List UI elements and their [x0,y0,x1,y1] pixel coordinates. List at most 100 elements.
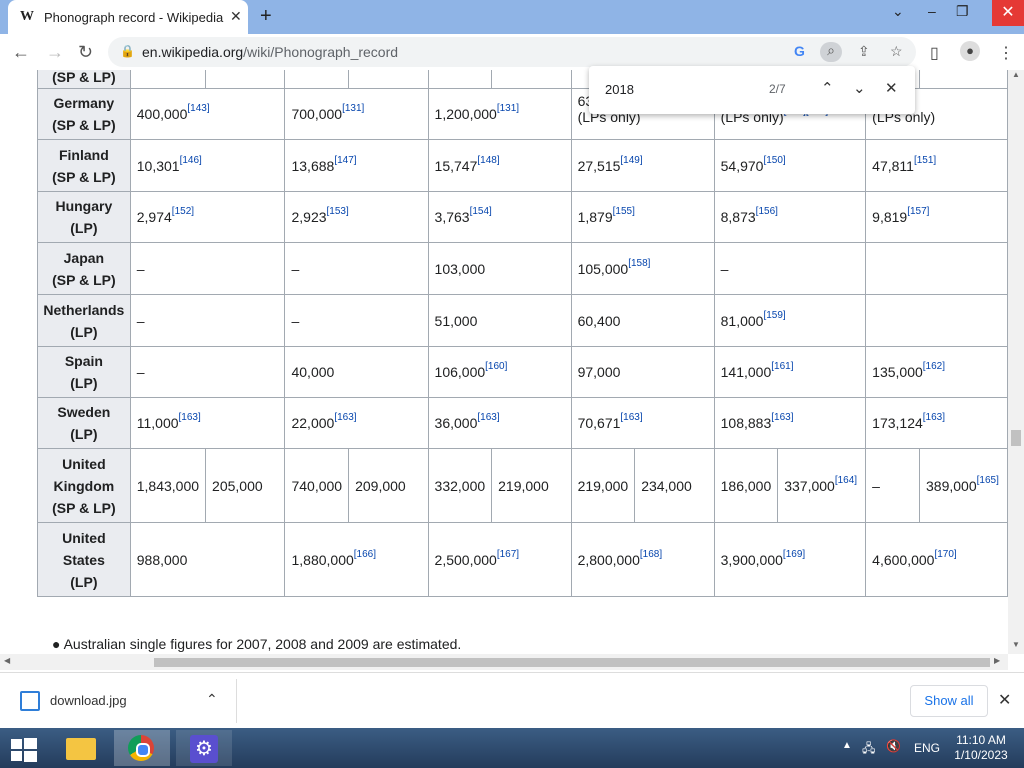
horizontal-scroll-thumb[interactable] [154,658,990,667]
cell-value: 209,000 [355,477,406,494]
reference-link[interactable]: [150] [763,155,785,166]
country-label: (LP) [70,220,98,236]
table-cell: 10,301[146] [129,139,286,192]
scroll-up-icon[interactable]: ▲ [1012,70,1020,79]
reference-link[interactable]: [149] [620,155,642,166]
country-label: (SP & LP) [52,271,116,288]
reference-link[interactable]: [160] [485,361,507,372]
reference-link[interactable]: [168] [640,549,662,560]
country-label: (LP) [70,426,98,442]
reference-link[interactable]: [162] [923,361,945,372]
start-windows-icon[interactable] [0,730,48,766]
tab-search-icon[interactable]: ⌄ [892,3,904,20]
reference-link[interactable]: [148] [477,155,499,166]
table-cell: 36,000[163] [427,397,572,449]
reference-link[interactable]: [170] [934,549,956,560]
reference-link[interactable]: [161] [771,361,793,372]
new-tab-icon[interactable]: + [260,5,272,28]
reload-icon[interactable]: ↻ [78,42,93,63]
reference-link[interactable]: [165] [977,475,999,486]
reference-link[interactable]: [152] [172,206,194,217]
clock[interactable]: 11:10 AM 1/10/2023 [950,733,1012,763]
reference-link[interactable]: [143] [187,103,209,114]
reference-link[interactable]: [153] [327,206,349,217]
reference-link[interactable]: [156] [756,206,778,217]
reference-link[interactable]: [163] [771,412,793,423]
reference-link[interactable]: [163] [477,412,499,423]
restore-icon[interactable]: ❐ [956,3,969,20]
country-label: Sweden [57,404,111,420]
reference-link[interactable]: [131] [342,103,364,114]
download-filename[interactable]: download.jpg [50,693,127,708]
file-explorer-icon[interactable] [54,730,110,766]
reference-link[interactable]: [169] [783,549,805,560]
reference-link[interactable]: [163] [923,412,945,423]
chevron-up-icon[interactable]: ⌃ [206,691,218,708]
tab-close-icon[interactable]: ✕ [230,8,242,25]
table-row: United Kingdom (SP & LP) 1,843,000 205,000 74… [37,448,1008,523]
find-in-page-icon[interactable]: ⌕ [820,42,842,62]
reference-link[interactable]: [155] [613,206,635,217]
reference-link[interactable]: [147] [334,155,356,166]
reference-link[interactable]: [164] [835,475,857,486]
scroll-right-icon[interactable]: ▶ [994,656,1000,665]
horizontal-scrollbar[interactable]: ◀ ▶ [0,654,1008,670]
window-close-icon[interactable]: ✕ [992,0,1024,26]
reference-link[interactable]: [157] [907,206,929,217]
settings-gear-icon[interactable]: ⚙ [176,730,232,766]
minimize-icon[interactable]: – [928,3,936,19]
table-cell: 135,000[162] [865,346,1008,398]
back-icon[interactable]: ← [12,42,30,63]
find-close-icon[interactable]: ✕ [885,79,898,97]
reference-link[interactable]: [163] [179,412,201,423]
reference-link[interactable]: [131] [497,103,519,114]
country-label: (LP) [70,573,98,590]
country-header: Germany (SP & LP) [37,88,131,140]
find-input[interactable]: 2018 [605,82,634,97]
table-cell: 47,811[151] [865,139,1008,192]
find-next-icon[interactable]: ⌄ [853,79,866,97]
chrome-icon[interactable] [114,730,170,766]
side-panel-icon[interactable]: ▯ [930,43,939,63]
vertical-scrollbar[interactable]: ▲ ▼ [1008,70,1024,654]
cell-value: 70,671 [577,415,621,431]
reference-link[interactable]: [166] [354,549,376,560]
country-header: United States (LP) [37,522,131,597]
reference-link[interactable]: [163] [334,412,356,423]
browser-tab[interactable]: W Phonograph record - Wikipedia ✕ [8,0,248,34]
network-icon[interactable]: 🖧 [862,739,875,760]
language-indicator[interactable]: ENG [914,741,940,755]
volume-muted-icon[interactable]: 🔇 [886,739,901,753]
reference-link[interactable]: [159] [763,310,785,321]
bookmark-star-icon[interactable]: ☆ [890,43,903,60]
scroll-left-icon[interactable]: ◀ [4,656,10,665]
scroll-down-icon[interactable]: ▼ [1012,640,1020,649]
show-all-button[interactable]: Show all [910,685,988,717]
vertical-scroll-thumb[interactable] [1011,430,1021,446]
country-label: Spain [64,353,103,369]
table-cell: 1,200,000[131] [427,88,572,140]
address-bar[interactable]: 🔒 en.wikipedia.org/wiki/Phonograph_recor… [108,37,916,67]
url-text[interactable]: en.wikipedia.org/wiki/Phonograph_record [142,44,398,60]
table-cell: 27,515[149] [570,139,715,192]
country-header: Japan (SP & LP) [37,242,131,295]
reference-link[interactable]: [158] [628,258,650,269]
profile-avatar-icon[interactable]: ● [960,41,980,61]
table-cell: 1,879[155] [570,191,715,243]
forward-icon[interactable]: → [46,42,64,63]
lock-icon[interactable]: 🔒 [120,44,135,58]
reference-link[interactable]: [154] [470,206,492,217]
google-lens-icon[interactable]: G [794,43,805,59]
reference-link[interactable]: [167] [497,549,519,560]
image-file-icon [20,691,40,711]
download-bar-close-icon[interactable]: ✕ [998,690,1011,710]
tray-expand-icon[interactable]: ▲ [842,740,852,751]
url-domain: en.wikipedia.org [142,44,244,60]
reference-link[interactable]: [146] [180,155,202,166]
share-icon[interactable]: ⇪ [858,43,870,60]
menu-kebab-icon[interactable]: ⋮ [998,43,1014,63]
reference-link[interactable]: [163] [620,412,642,423]
country-header: Sweden (LP) [37,397,131,449]
find-previous-icon[interactable]: ⌃ [821,79,834,97]
reference-link[interactable]: [151] [914,155,936,166]
